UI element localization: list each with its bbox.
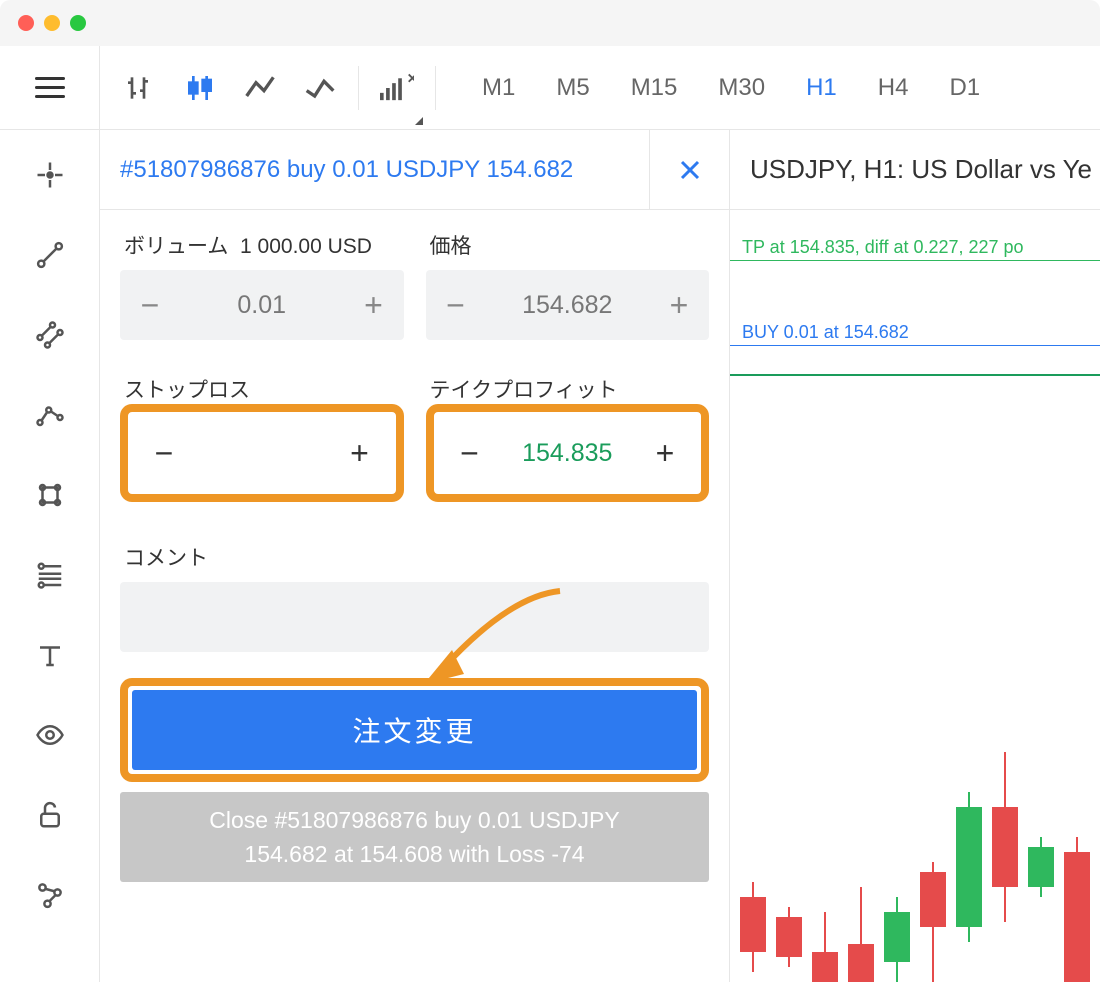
timeframe-m5[interactable]: M5 bbox=[538, 64, 607, 112]
volume-stepper: − 0.01 + bbox=[120, 270, 404, 340]
price-decrement[interactable]: − bbox=[426, 270, 486, 340]
volume-increment[interactable]: + bbox=[344, 270, 404, 340]
window-close-icon[interactable] bbox=[18, 15, 34, 31]
stoploss-stepper[interactable]: − + bbox=[134, 418, 390, 488]
top-toolbar: ✕ M1 M5 M15 M30 H1 H4 D1 bbox=[0, 46, 1100, 130]
volume-value: 0.01 bbox=[180, 291, 344, 320]
comment-label: コメント bbox=[120, 542, 709, 572]
crosshair-tool[interactable] bbox=[25, 150, 75, 200]
timeframe-h4[interactable]: H4 bbox=[860, 64, 927, 112]
tp-price-line[interactable]: TP at 154.835, diff at 0.227, 227 po bbox=[730, 235, 1100, 261]
takeprofit-increment[interactable]: + bbox=[635, 418, 695, 488]
order-modify-panel: #51807986876 buy 0.01 USDJPY 154.682 ボリュ… bbox=[100, 130, 730, 982]
close-order-line1: Close #51807986876 buy 0.01 USDJPY bbox=[209, 803, 619, 838]
takeprofit-value[interactable]: 154.835 bbox=[500, 439, 636, 468]
modify-order-button[interactable]: 注文変更 bbox=[132, 690, 697, 770]
timeframe-m1[interactable]: M1 bbox=[464, 64, 533, 112]
window-minimize-icon[interactable] bbox=[44, 15, 60, 31]
svg-text:✕: ✕ bbox=[407, 72, 414, 86]
lock-tool[interactable] bbox=[25, 790, 75, 840]
text-tool[interactable] bbox=[25, 630, 75, 680]
window-titlebar bbox=[0, 0, 1100, 46]
comment-input[interactable] bbox=[120, 582, 709, 652]
timeframe-d1[interactable]: D1 bbox=[931, 64, 998, 112]
hamburger-icon bbox=[35, 77, 65, 99]
price-label: 価格 bbox=[426, 230, 710, 260]
candlestick-area bbox=[730, 722, 1100, 982]
trendline-tool[interactable] bbox=[25, 230, 75, 280]
timeframe-h1[interactable]: H1 bbox=[788, 64, 855, 112]
main-menu-button[interactable] bbox=[0, 46, 100, 129]
buy-price-line[interactable]: BUY 0.01 at 154.682 bbox=[730, 320, 1100, 346]
dropdown-indicator-icon bbox=[415, 117, 423, 125]
line-chart-style-button[interactable] bbox=[230, 46, 290, 129]
stoploss-highlight: − + bbox=[120, 404, 404, 502]
timeframe-selector: M1 M5 M15 M30 H1 H4 D1 bbox=[454, 46, 998, 129]
price-chart[interactable]: USDJPY, H1: US Dollar vs Ye TP at 154.83… bbox=[730, 130, 1100, 982]
shape-tool[interactable] bbox=[25, 470, 75, 520]
close-order-line2: 154.682 at 154.608 with Loss -74 bbox=[209, 837, 619, 872]
price-increment[interactable]: + bbox=[649, 270, 709, 340]
drawing-tools-sidebar bbox=[0, 130, 100, 982]
stoploss-decrement[interactable]: − bbox=[134, 418, 194, 488]
close-panel-button[interactable] bbox=[649, 130, 729, 210]
current-price-line bbox=[730, 370, 1100, 376]
close-order-button[interactable]: Close #51807986876 buy 0.01 USDJPY 154.6… bbox=[120, 792, 709, 882]
submit-highlight: 注文変更 bbox=[120, 678, 709, 782]
takeprofit-decrement[interactable]: − bbox=[440, 418, 500, 488]
takeprofit-label: テイクプロフィット bbox=[426, 374, 710, 404]
indicators-button[interactable]: ✕ bbox=[367, 46, 427, 129]
channel-tool[interactable] bbox=[25, 310, 75, 360]
timeframe-m15[interactable]: M15 bbox=[613, 64, 696, 112]
stoploss-increment[interactable]: + bbox=[330, 418, 390, 488]
timeframe-m30[interactable]: M30 bbox=[700, 64, 783, 112]
visibility-tool[interactable] bbox=[25, 710, 75, 760]
window-maximize-icon[interactable] bbox=[70, 15, 86, 31]
price-stepper: − 154.682 + bbox=[426, 270, 710, 340]
takeprofit-stepper[interactable]: − 154.835 + bbox=[440, 418, 696, 488]
chart-title: USDJPY, H1: US Dollar vs Ye bbox=[730, 130, 1100, 210]
price-value: 154.682 bbox=[486, 291, 650, 320]
area-chart-style-button[interactable] bbox=[290, 46, 350, 129]
candlestick-style-button[interactable] bbox=[170, 46, 230, 129]
fibonacci-tool[interactable] bbox=[25, 550, 75, 600]
volume-label: ボリューム 1 000.00 USD bbox=[120, 230, 404, 260]
objects-tool[interactable] bbox=[25, 870, 75, 920]
order-title: #51807986876 buy 0.01 USDJPY 154.682 bbox=[100, 156, 649, 184]
volume-decrement[interactable]: − bbox=[120, 270, 180, 340]
polyline-tool[interactable] bbox=[25, 390, 75, 440]
stoploss-label: ストップロス bbox=[120, 374, 404, 404]
bar-chart-style-button[interactable] bbox=[110, 46, 170, 129]
takeprofit-highlight: − 154.835 + bbox=[426, 404, 710, 502]
